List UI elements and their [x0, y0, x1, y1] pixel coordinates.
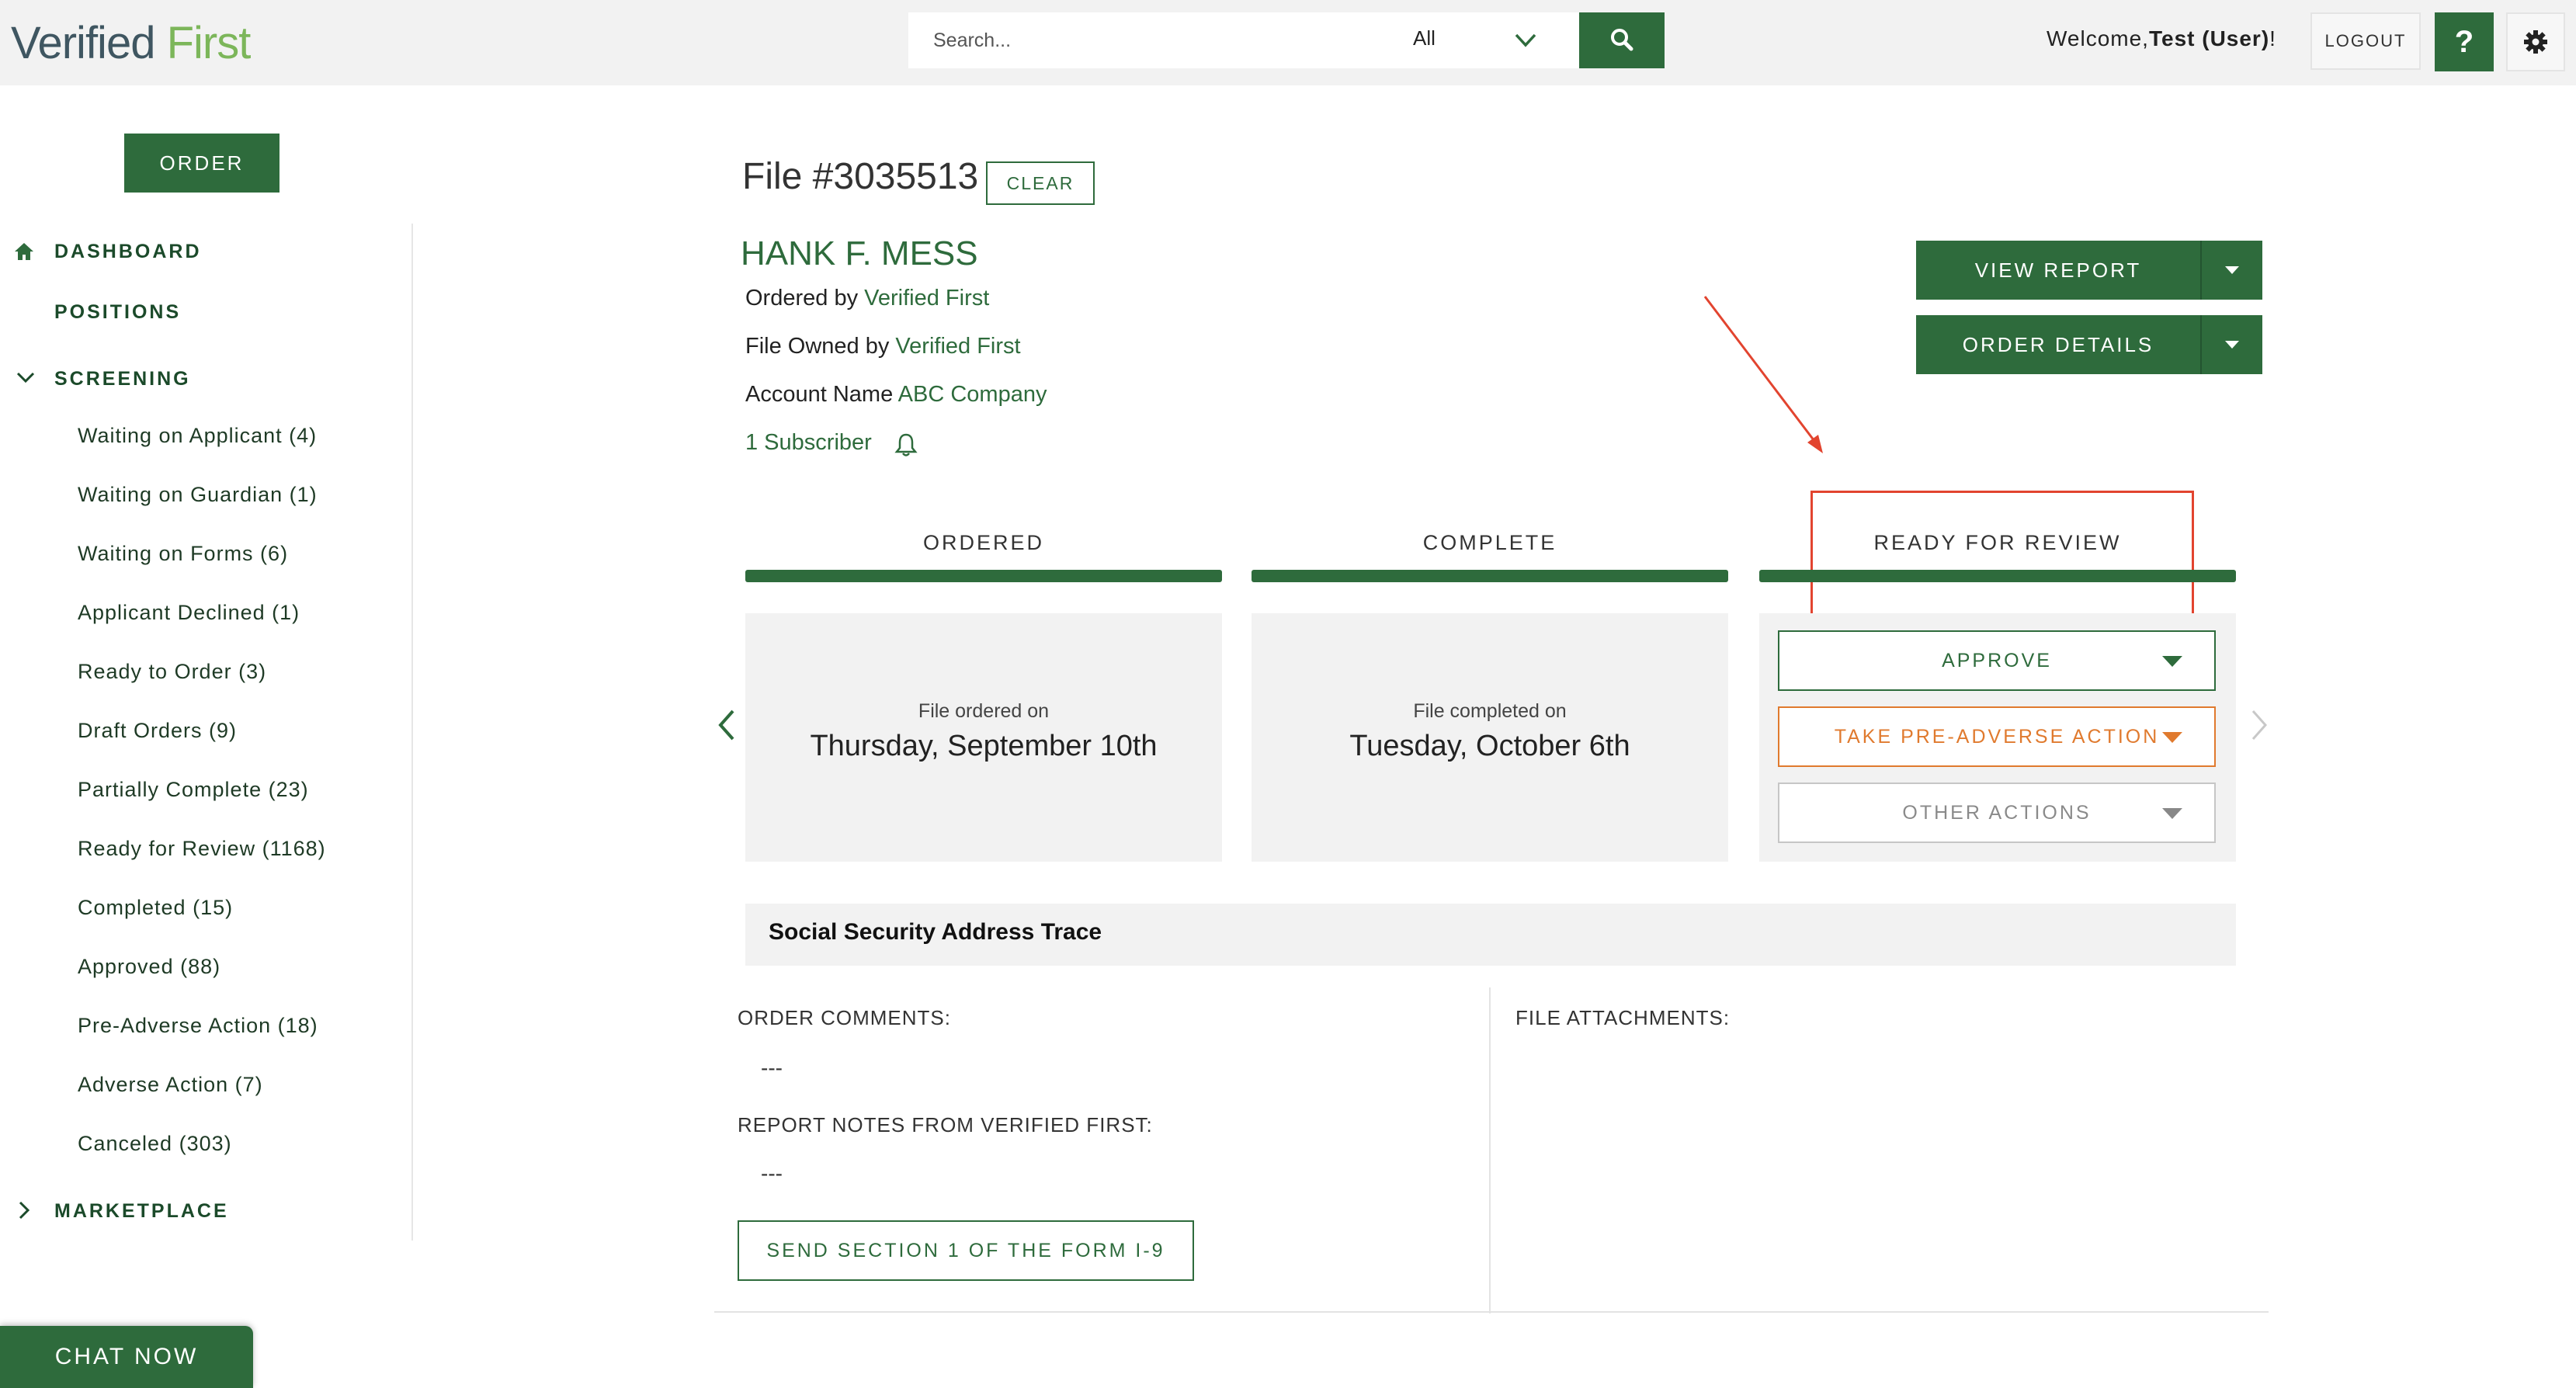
order-comments-label: ORDER COMMENTS: — [738, 1006, 951, 1029]
account-name-label: Account Name — [745, 382, 894, 407]
help-icon: ? — [2454, 24, 2474, 59]
sidebar-item-applicant-declined[interactable]: Applicant Declined (1) — [78, 601, 300, 625]
welcome-message: Welcome,Test (User)! — [2047, 26, 2276, 51]
logo-text-verified: Verified — [11, 18, 155, 68]
column-divider — [1489, 987, 1491, 1313]
verified-first-logo[interactable]: Verified First — [11, 17, 252, 69]
applicant-name[interactable]: HANK F. MESS — [741, 234, 978, 273]
order-comments-value: --- — [761, 1056, 783, 1080]
sidebar-item-completed[interactable]: Completed (15) — [78, 896, 233, 920]
chat-now-button[interactable]: CHAT NOW — [0, 1326, 253, 1388]
order-details-dropdown-toggle[interactable] — [2202, 315, 2262, 374]
stage-ordered-bar — [745, 570, 1222, 582]
search-scope-select[interactable]: All — [1413, 12, 1576, 68]
ordered-by-link[interactable]: Verified First — [864, 286, 989, 311]
sidebar-item-ready-for-review[interactable]: Ready for Review (1168) — [78, 837, 326, 861]
sidebar-item-waiting-on-guardian[interactable]: Waiting on Guardian (1) — [78, 483, 318, 507]
screening-label: SCREENING — [54, 368, 191, 390]
other-actions-button[interactable]: OTHER ACTIONS — [1778, 782, 2216, 843]
account-name-row: Account Name ABC Company — [745, 382, 1047, 408]
caret-down-icon — [2162, 656, 2182, 667]
report-section-header: Social Security Address Trace — [745, 904, 2236, 966]
search-icon — [1611, 28, 1633, 50]
section-title: Social Security Address Trace — [769, 919, 1102, 945]
clear-button[interactable]: CLEAR — [986, 161, 1095, 205]
report-notes-value: --- — [761, 1161, 783, 1185]
file-attachments-label: FILE ATTACHMENTS: — [1515, 1006, 1731, 1029]
sidebar-item-approved[interactable]: Approved (88) — [78, 955, 220, 979]
settings-button[interactable] — [2506, 12, 2565, 71]
owned-by-link[interactable]: Verified First — [895, 334, 1020, 359]
stage-complete-label: COMPLETE — [1422, 531, 1557, 554]
search-scope-value: All — [1413, 26, 1436, 50]
view-report-split-button: VIEW REPORT — [1916, 241, 2262, 300]
caret-down-icon — [2225, 266, 2239, 274]
bell-icon[interactable] — [893, 432, 919, 458]
home-icon — [15, 243, 33, 260]
gear-icon — [2524, 30, 2547, 54]
dashboard-label: DASHBOARD — [54, 241, 202, 262]
file-title: File #3035513 — [742, 156, 979, 197]
pre-adverse-label: TAKE PRE-ADVERSE ACTION — [1834, 725, 2160, 748]
search-bar: All — [908, 12, 1665, 68]
chevron-right-icon — [19, 1201, 30, 1220]
ordered-date: Thursday, September 10th — [810, 730, 1158, 762]
other-actions-label: OTHER ACTIONS — [1902, 801, 2092, 824]
approve-label: APPROVE — [1942, 649, 2052, 671]
sidebar-item-waiting-on-applicant[interactable]: Waiting on Applicant (4) — [78, 424, 317, 448]
account-name-link[interactable]: ABC Company — [898, 382, 1047, 407]
completed-date: Tuesday, October 6th — [1349, 730, 1630, 762]
chevron-down-icon — [16, 372, 35, 383]
chevron-right-icon[interactable] — [2244, 702, 2275, 748]
stage-ordered-label: ORDERED — [922, 531, 1044, 554]
logout-button[interactable]: LOGOUT — [2310, 12, 2421, 70]
logo-text-first: First — [166, 18, 252, 68]
order-details-split-button: ORDER DETAILS — [1916, 315, 2262, 374]
welcome-prefix: Welcome, — [2047, 26, 2149, 50]
caret-down-icon — [2162, 808, 2182, 819]
welcome-suffix: ! — [2269, 26, 2276, 50]
chevron-left-icon[interactable] — [711, 702, 742, 748]
order-details-button[interactable]: ORDER DETAILS — [1916, 315, 2200, 374]
view-report-button[interactable]: VIEW REPORT — [1916, 241, 2200, 300]
stage-ready-for-review-label: READY FOR REVIEW — [1873, 531, 2122, 554]
owned-by-label: File Owned by — [745, 334, 890, 359]
welcome-user-name: Test (User) — [2148, 26, 2270, 50]
view-report-dropdown-toggle[interactable] — [2202, 241, 2262, 300]
annotation-arrow — [1703, 296, 1823, 453]
sidebar-item-pre-adverse-action[interactable]: Pre-Adverse Action (18) — [78, 1014, 318, 1038]
sidebar-item-waiting-on-forms[interactable]: Waiting on Forms (6) — [78, 542, 288, 566]
stage-ready-for-review-bar — [1759, 570, 2236, 582]
marketplace-label: MARKETPLACE — [54, 1200, 229, 1222]
chevron-down-icon — [1515, 33, 1536, 47]
owned-by-row: File Owned by Verified First — [745, 334, 1021, 359]
send-i9-section-button[interactable]: SEND SECTION 1 OF THE FORM I-9 — [738, 1220, 1194, 1281]
search-button[interactable] — [1579, 12, 1665, 68]
stage-complete-bar — [1252, 570, 1728, 582]
bottom-divider — [714, 1311, 2269, 1313]
ordered-by-label: Ordered by — [745, 286, 859, 311]
positions-nav[interactable]: POSITIONS — [54, 301, 181, 324]
report-notes-label: REPORT NOTES FROM VERIFIED FIRST: — [738, 1113, 1153, 1136]
stage-ordered-card: File ordered on Thursday, September 10th — [745, 613, 1222, 862]
search-input[interactable] — [908, 12, 1405, 68]
caret-down-icon — [2225, 341, 2239, 349]
order-button[interactable]: ORDER — [124, 134, 279, 193]
take-pre-adverse-action-button[interactable]: TAKE PRE-ADVERSE ACTION — [1778, 706, 2216, 767]
top-header: Verified First All Welcome,Test (User)! … — [0, 0, 2576, 85]
approve-button[interactable]: APPROVE — [1778, 630, 2216, 691]
sidebar-divider — [411, 224, 413, 1241]
sidebar-item-partially-complete[interactable]: Partially Complete (23) — [78, 778, 309, 802]
sidebar-item-ready-to-order[interactable]: Ready to Order (3) — [78, 660, 266, 684]
completed-caption: File completed on — [1413, 700, 1567, 722]
caret-down-icon — [2162, 732, 2182, 743]
sidebar-item-adverse-action[interactable]: Adverse Action (7) — [78, 1073, 263, 1097]
subscriber-link[interactable]: 1 Subscriber — [745, 430, 872, 456]
sidebar-item-draft-orders[interactable]: Draft Orders (9) — [78, 719, 237, 743]
ordered-by-row: Ordered by Verified First — [745, 286, 989, 311]
sidebar-item-canceled[interactable]: Canceled (303) — [78, 1132, 232, 1156]
ordered-caption: File ordered on — [918, 700, 1050, 722]
stage-complete-card: File completed on Tuesday, October 6th — [1252, 613, 1728, 862]
help-button[interactable]: ? — [2435, 12, 2494, 71]
